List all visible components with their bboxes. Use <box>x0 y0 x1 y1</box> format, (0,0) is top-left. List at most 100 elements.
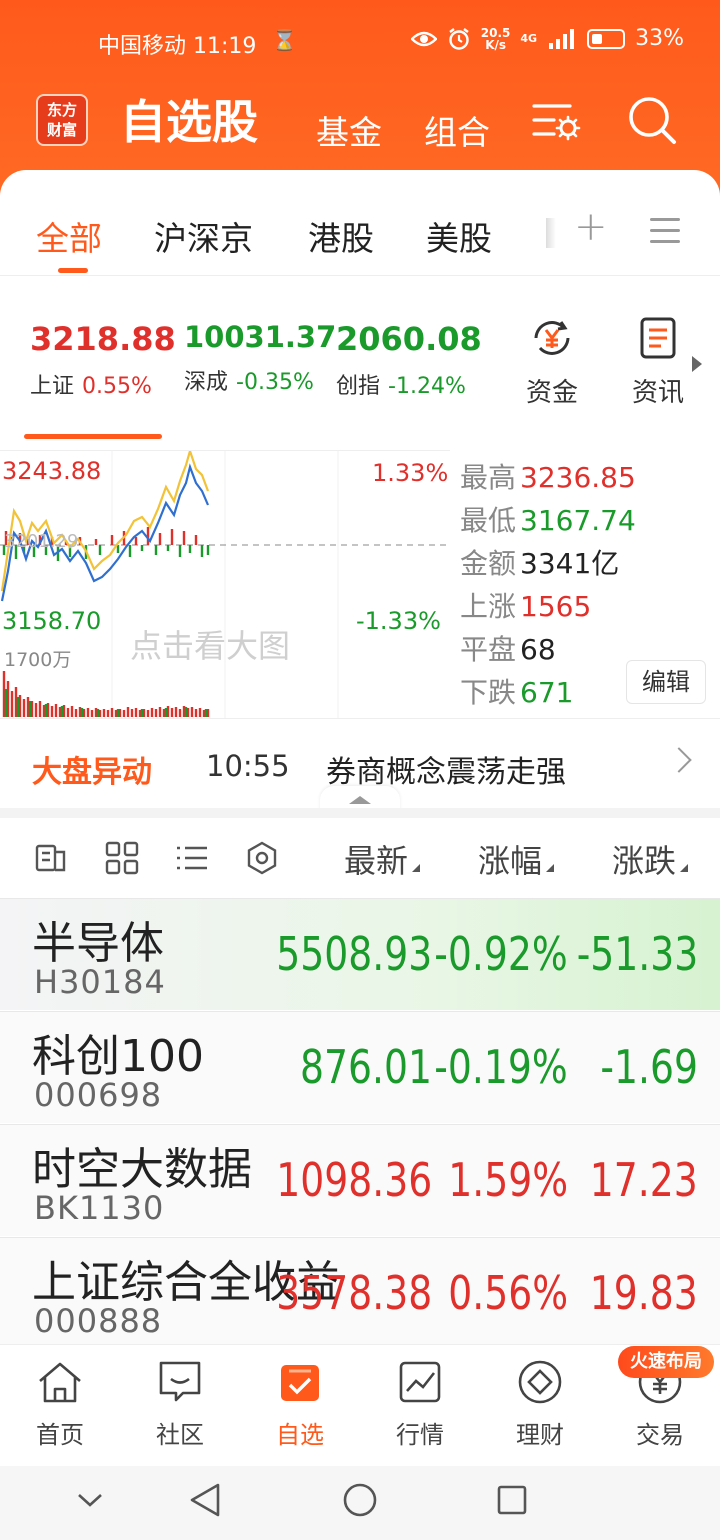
market-tabs: 全部 沪深京 港股 美股 + <box>0 196 720 276</box>
section-divider <box>0 808 720 818</box>
search-icon[interactable] <box>626 94 678 146</box>
home-circle-icon[interactable] <box>342 1482 378 1518</box>
chart-canvas <box>0 451 450 719</box>
stock-code: 000698 <box>34 1076 163 1114</box>
stat-down: 671 <box>520 676 574 709</box>
table-row[interactable]: 半导体 H30184 5508.93 -0.92% -51.33 <box>0 898 720 1010</box>
group-menu-icon[interactable] <box>650 218 680 244</box>
stock-code: H30184 <box>34 963 166 1001</box>
home-icon <box>39 1362 81 1403</box>
status-bar: 中国移动 11:19 ⌛ 20.5 K/s 4G 33% <box>0 24 720 60</box>
tab-hk[interactable]: 港股 <box>308 212 374 260</box>
promo-badge[interactable]: 火速布局 <box>618 1346 714 1378</box>
table-row[interactable]: 上证综合全收益 000888 3578.38 0.56% 19.83 <box>0 1237 720 1349</box>
tab-a-shares[interactable]: 沪深京 <box>154 212 253 260</box>
hourglass-icon: ⌛ <box>272 28 297 52</box>
alarm-icon <box>449 27 469 50</box>
stock-latest: 1098.36 <box>276 1153 432 1207</box>
stock-name: 半导体 <box>32 918 164 969</box>
chevron-down-icon[interactable] <box>76 1490 104 1510</box>
news-doc-icon <box>640 317 676 359</box>
stock-change: -1.69 <box>600 1040 698 1094</box>
yuan-flow-icon <box>534 321 570 355</box>
scroll-right-icon[interactable] <box>692 356 702 372</box>
table-row[interactable]: 时空大数据 BK1130 1098.36 1.59% 17.23 <box>0 1124 720 1236</box>
stat-amount: 3341亿 <box>520 547 620 580</box>
stock-name: 科创100 <box>32 1031 204 1082</box>
sort-latest[interactable]: 最新 <box>344 836 421 882</box>
app-logo[interactable]: 东方 财富 <box>36 94 88 146</box>
network-type: 4G <box>520 32 538 45</box>
alert-message: 券商概念震荡走强 <box>326 755 566 790</box>
settings-icon[interactable] <box>244 840 280 876</box>
tab-home[interactable]: 首页 <box>20 1359 100 1450</box>
battery-level: 33% <box>635 26 684 51</box>
stock-name: 时空大数据 <box>32 1144 252 1195</box>
chart-pct-low: -1.33% <box>356 607 441 635</box>
chart-icon <box>399 1361 441 1403</box>
stat-high: 3236.85 <box>520 461 636 494</box>
page-title: 自选股 <box>120 95 258 149</box>
grid-view-icon[interactable] <box>104 840 140 876</box>
chart-pct-high: 1.33% <box>372 459 449 487</box>
tab-market[interactable]: 行情 <box>380 1359 460 1450</box>
chart-low-label: 3158.70 <box>2 607 102 635</box>
stock-change: -51.33 <box>576 927 698 981</box>
stock-change-pct: -0.19% <box>434 1040 568 1094</box>
chart-mid-label: 3201.29 <box>4 531 79 552</box>
back-icon[interactable] <box>188 1482 222 1518</box>
alert-time: 10:55 <box>206 749 290 783</box>
list-view-icon[interactable] <box>174 840 210 876</box>
index-sz[interactable]: 10031.37 深成 -0.35% <box>184 320 336 396</box>
stock-change-pct: 1.59% <box>448 1153 568 1207</box>
index-cyb[interactable]: 2060.08 创指 -1.24% <box>336 320 482 400</box>
tab-all[interactable]: 全部 <box>36 212 102 260</box>
tab-wealth[interactable]: 理财 <box>500 1359 580 1450</box>
edit-button[interactable]: 编辑 <box>626 660 706 704</box>
volume-bars <box>2 671 210 717</box>
watchlist-check-icon <box>281 1365 319 1401</box>
portfolio-link[interactable]: 组合 <box>424 106 490 154</box>
mini-intraday-chart[interactable]: 3243.88 1.33% 3201.29 3158.70 -1.33% 170… <box>0 450 450 719</box>
chevron-right-icon <box>666 747 692 773</box>
carrier-time: 中国移动 11:19 <box>98 34 257 59</box>
tab-watchlist[interactable]: 自选 <box>260 1359 340 1450</box>
stock-change-pct: -0.92% <box>434 927 568 981</box>
view-large-chart-hint: 点击看大图 <box>130 627 291 665</box>
chart-high-label: 3243.88 <box>2 457 102 485</box>
stat-flat: 68 <box>520 633 556 666</box>
alert-title: 大盘异动 <box>32 755 152 790</box>
sort-change-pct[interactable]: 涨幅 <box>478 836 555 882</box>
stock-latest: 876.01 <box>300 1040 432 1094</box>
table-row[interactable]: 科创100 000698 876.01 -0.19% -1.69 <box>0 1011 720 1123</box>
net-speed: 20.5 K/s <box>480 25 511 52</box>
stock-change: 17.23 <box>590 1153 698 1207</box>
stock-code: BK1130 <box>34 1189 165 1227</box>
layout-switch-icon[interactable] <box>34 840 70 876</box>
market-stats: 最高 3236.85 最低 3167.74 金额 3341亿 上涨 1565 平盘 68 … <box>460 461 636 709</box>
stock-change-pct: 0.56% <box>448 1266 568 1320</box>
signal-icon <box>549 28 575 49</box>
system-nav-bar <box>0 1466 720 1540</box>
recents-icon[interactable] <box>496 1484 528 1516</box>
bottom-tab-bar: 首页 社区 自选 行情 理财 交易 <box>0 1344 720 1466</box>
chart-volume-label: 1700万 <box>4 649 72 671</box>
tab-us[interactable]: 美股 <box>426 212 492 260</box>
sort-change[interactable]: 涨跌 <box>612 836 689 882</box>
diamond-icon <box>518 1360 562 1404</box>
index-selected-indicator <box>24 434 162 439</box>
fund-link[interactable]: 基金 <box>316 106 382 154</box>
watchlist-settings-icon[interactable] <box>530 94 582 146</box>
tab-overflow-fade <box>546 218 556 248</box>
tab-community[interactable]: 社区 <box>140 1359 220 1450</box>
funds-button[interactable]: 资金 <box>512 314 592 409</box>
stat-up: 1565 <box>520 590 592 623</box>
stock-change: 19.83 <box>590 1266 698 1320</box>
active-tab-indicator <box>58 268 88 273</box>
index-sh[interactable]: 3218.88 上证 0.55% <box>30 320 176 400</box>
watchlist-header: 最新 涨幅 涨跌 <box>0 818 720 898</box>
add-group-button[interactable]: + <box>574 204 608 250</box>
news-button[interactable]: 资讯 <box>618 314 698 409</box>
battery-icon <box>587 28 626 49</box>
chat-icon <box>159 1361 201 1402</box>
